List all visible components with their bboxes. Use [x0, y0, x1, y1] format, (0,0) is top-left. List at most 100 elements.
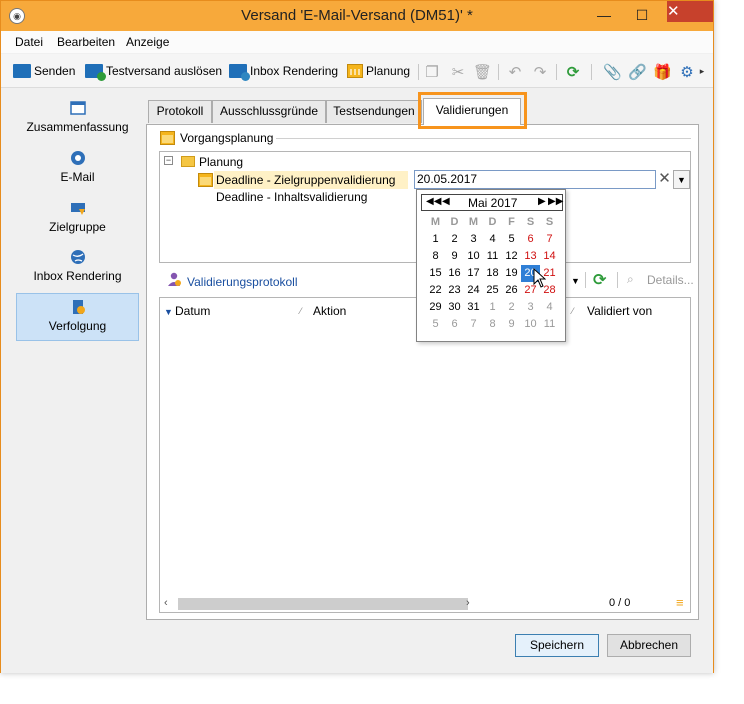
- clear-date-icon[interactable]: ✕: [656, 170, 673, 189]
- column-resize-icon[interactable]: ⁄: [572, 306, 574, 316]
- calendar-day[interactable]: 11: [540, 316, 559, 333]
- tab-ausschlussgruende[interactable]: Ausschlussgründe: [212, 100, 326, 123]
- nav-email[interactable]: E-Mail: [16, 150, 139, 200]
- calendar-day[interactable]: 2: [502, 299, 521, 316]
- nav-label: Inbox Rendering: [33, 269, 122, 283]
- close-button[interactable]: ✕: [667, 1, 713, 22]
- redo-icon[interactable]: ↷: [531, 63, 549, 81]
- menu-anzeige[interactable]: Anzeige: [126, 35, 169, 49]
- attachment-icon[interactable]: 📎: [603, 63, 622, 81]
- validation-log-list: ▼ Datum ⁄ Aktion ⁄ Validiert von: [159, 297, 691, 613]
- calendar-day[interactable]: 30: [445, 299, 464, 316]
- tree-collapse-toggle[interactable]: −: [164, 156, 173, 165]
- scroll-left-arrow-icon[interactable]: ‹: [164, 597, 168, 609]
- calendar-day[interactable]: 4: [540, 299, 559, 316]
- deadline-date-input[interactable]: 20.05.2017: [414, 170, 656, 189]
- copy-icon[interactable]: ❐: [423, 63, 441, 81]
- calendar-day[interactable]: 7: [540, 231, 559, 248]
- next-year-icon[interactable]: ▶▶: [548, 196, 563, 207]
- calendar-day[interactable]: 1: [483, 299, 502, 316]
- calendar-day[interactable]: 5: [426, 316, 445, 333]
- next-month-icon[interactable]: ▶: [538, 196, 546, 207]
- envelope-check-icon: [229, 64, 250, 81]
- prev-month-icon[interactable]: ◀: [442, 196, 450, 207]
- maximize-button[interactable]: ☐: [629, 5, 655, 25]
- email-icon: [70, 151, 85, 165]
- calendar-day[interactable]: 19: [502, 265, 521, 282]
- tree-item-target-validation[interactable]: Deadline - Zielgruppenvalidierung: [216, 173, 395, 187]
- nav-target-group[interactable]: Zielgruppe: [16, 200, 139, 250]
- tree-item-content-validation[interactable]: Deadline - Inhaltsvalidierung: [216, 190, 367, 204]
- planning-button[interactable]: Planung: [347, 62, 410, 80]
- nav-inbox-rendering[interactable]: Inbox Rendering: [16, 249, 139, 299]
- calendar-day[interactable]: 26: [502, 282, 521, 299]
- calendar-day[interactable]: 17: [464, 265, 483, 282]
- prev-year-icon[interactable]: ◀◀: [426, 196, 441, 207]
- menu-bearbeiten[interactable]: Bearbeiten: [57, 35, 115, 49]
- undo-icon[interactable]: ↶: [506, 63, 524, 81]
- nav-tracking[interactable]: Verfolgung: [16, 293, 139, 341]
- scrollbar-thumb[interactable]: [178, 598, 468, 610]
- column-resize-icon[interactable]: ⁄: [300, 306, 302, 316]
- minimize-button[interactable]: —: [591, 5, 617, 25]
- calendar-day[interactable]: 10: [521, 316, 540, 333]
- inbox-rendering-button[interactable]: Inbox Rendering: [229, 62, 338, 81]
- calendar-day[interactable]: 2: [445, 231, 464, 248]
- calendar-day[interactable]: 1: [426, 231, 445, 248]
- nav-summary[interactable]: Zusammenfassung: [16, 100, 139, 150]
- tab-protokoll[interactable]: Protokoll: [148, 100, 212, 123]
- link-icon[interactable]: 🔗: [628, 63, 647, 81]
- calendar-day[interactable]: 24: [464, 282, 483, 299]
- toolbar-separator: [556, 64, 557, 80]
- calendar-day[interactable]: 3: [521, 299, 540, 316]
- calendar-day[interactable]: 22: [426, 282, 445, 299]
- calendar-day[interactable]: 6: [445, 316, 464, 333]
- column-header-action[interactable]: Aktion: [313, 304, 346, 318]
- list-menu-icon[interactable]: ≡: [676, 595, 684, 610]
- delete-icon[interactable]: 🗑: [473, 63, 492, 81]
- cancel-button[interactable]: Abbrechen: [607, 634, 691, 657]
- test-send-button[interactable]: Testversand auslösen: [85, 62, 222, 81]
- calendar-day[interactable]: 4: [483, 231, 502, 248]
- nav-label: Verfolgung: [48, 319, 107, 333]
- calendar-day[interactable]: 23: [445, 282, 464, 299]
- calendar-day[interactable]: 7: [464, 316, 483, 333]
- save-button[interactable]: Speichern: [515, 634, 599, 657]
- calendar-day[interactable]: 8: [426, 248, 445, 265]
- calendar-day[interactable]: 8: [483, 316, 502, 333]
- date-dropdown-button[interactable]: ▼: [673, 170, 690, 189]
- tab-testsendungen[interactable]: Testsendungen: [326, 100, 422, 123]
- calendar-day[interactable]: 3: [464, 231, 483, 248]
- calendar-day[interactable]: 9: [445, 248, 464, 265]
- scroll-right-arrow-icon[interactable]: ›: [466, 597, 470, 609]
- calendar-day[interactable]: 13: [521, 248, 540, 265]
- calendar-day[interactable]: 9: [502, 316, 521, 333]
- dropdown-arrow-icon[interactable]: ▼: [571, 276, 580, 286]
- cut-icon[interactable]: ✂: [449, 63, 467, 81]
- refresh-icon[interactable]: ⟳: [564, 63, 582, 81]
- refresh-icon[interactable]: ⟳: [593, 270, 606, 290]
- calendar-day[interactable]: 6: [521, 231, 540, 248]
- calendar-day[interactable]: 5: [502, 231, 521, 248]
- calendar-day[interactable]: 10: [464, 248, 483, 265]
- calendar-day[interactable]: 29: [426, 299, 445, 316]
- details-button[interactable]: Details...: [647, 273, 694, 287]
- calendar-day[interactable]: 12: [502, 248, 521, 265]
- more-arrow-icon[interactable]: ▸: [693, 66, 711, 77]
- calendar-day[interactable]: 11: [483, 248, 502, 265]
- tree-root-planung[interactable]: Planung: [199, 155, 243, 169]
- calendar-day[interactable]: 31: [464, 299, 483, 316]
- calendar-day[interactable]: 15: [426, 265, 445, 282]
- gift-icon[interactable]: 🎁: [653, 63, 672, 81]
- validation-log-title[interactable]: Validierungsprotokoll: [187, 275, 298, 289]
- column-header-validated-by[interactable]: Validiert von: [587, 304, 652, 318]
- calendar-day[interactable]: 18: [483, 265, 502, 282]
- date-picker-popup: ◀◀ ◀ Mai 2017 ▶ ▶▶ M D M D F S S 1 2 3 4 5 6 7 8 9 10 11 1…: [416, 189, 566, 342]
- send-button[interactable]: Senden: [13, 62, 75, 80]
- calendar-day[interactable]: 14: [540, 248, 559, 265]
- column-header-date[interactable]: Datum: [175, 304, 210, 318]
- calendar-day[interactable]: 16: [445, 265, 464, 282]
- calendar-day[interactable]: 25: [483, 282, 502, 299]
- group-divider: [276, 138, 691, 139]
- menu-datei[interactable]: Datei: [15, 35, 43, 49]
